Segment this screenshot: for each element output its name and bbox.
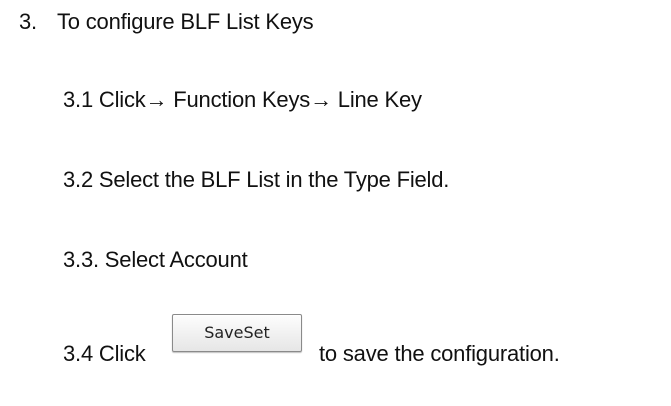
step-4-text: 3.4 Click [63, 341, 146, 366]
step-4-suffix-text: to save the configuration. [319, 341, 560, 366]
section-title: To configure BLF List Keys [57, 9, 314, 34]
step-3-text: 3.3. Select Account [63, 247, 248, 272]
saveset-button[interactable]: SaveSet [172, 314, 302, 352]
step-2-text: 3.2 Select the BLF List in the Type Fiel… [63, 167, 450, 192]
step-1-text: 3.1 Click→ Function Keys→ Line Key [63, 87, 422, 112]
section-heading: 3. To configure BLF List Keys [19, 8, 314, 36]
section-number: 3. [19, 9, 37, 34]
